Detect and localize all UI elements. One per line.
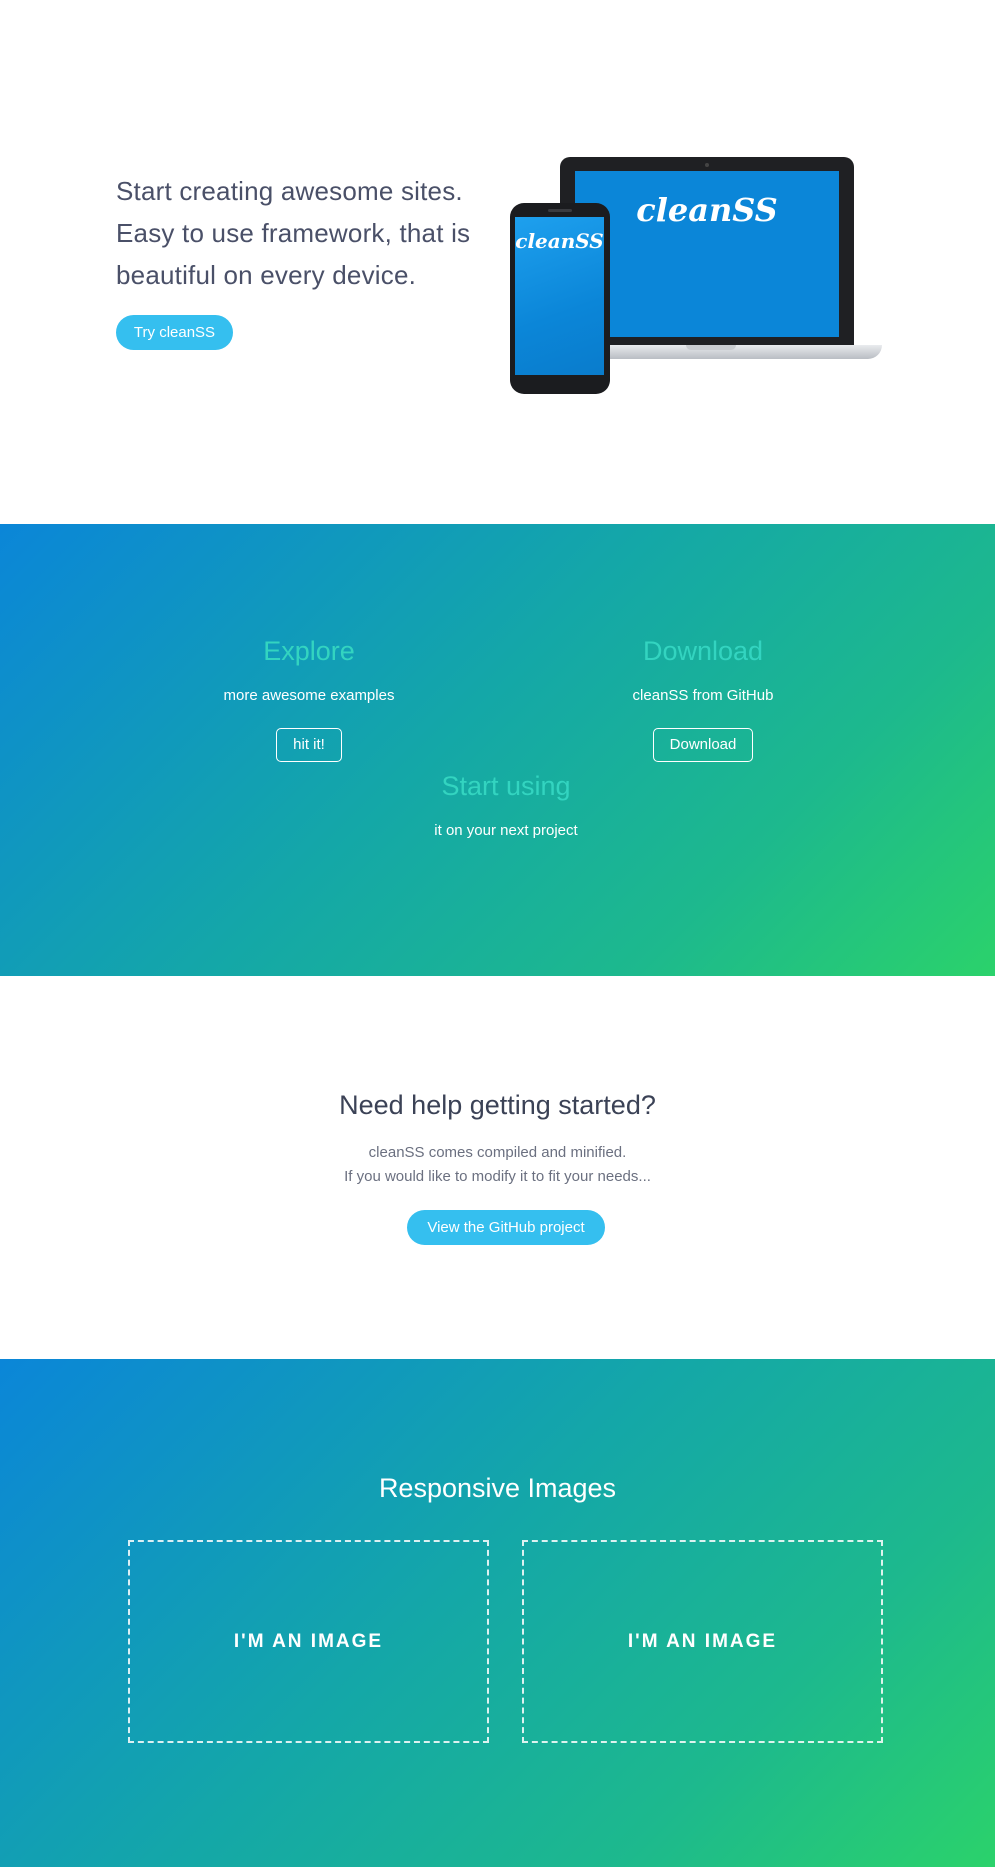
help-text-line: cleanSS comes compiled and minified. [368, 1144, 627, 1161]
feature-download: Download cleanSS from GitHub Download [543, 636, 863, 762]
feature-text: it on your next project [434, 822, 578, 839]
responsive-images-section: Responsive Images I'M AN IMAGE I'M AN IM… [0, 1359, 995, 1867]
hero-headline-line: beautiful on every device. [116, 260, 417, 290]
hero-headline: Start creating awesome sites. Easy to us… [116, 170, 496, 296]
laptop-camera [705, 163, 709, 167]
hit-it-button[interactable]: hit it! [276, 728, 342, 762]
phone-illustration: cleanSS [510, 203, 610, 394]
laptop-screen: cleanSS [575, 171, 839, 337]
hero-headline-line: Easy to use framework, that is [116, 218, 471, 248]
download-button[interactable]: Download [652, 728, 754, 762]
image-placeholder-label: I'M AN IMAGE [233, 1630, 384, 1652]
images-title: Responsive Images [378, 1473, 617, 1503]
image-placeholder: I'M AN IMAGE [522, 1540, 883, 1743]
feature-title: Start using [441, 771, 571, 801]
hero-text: Start creating awesome sites. Easy to us… [116, 170, 496, 296]
hero-headline-line: Start creating awesome sites. [116, 176, 463, 206]
help-text-line: If you would like to modify it to fit yo… [344, 1168, 651, 1185]
feature-start-using: Start using it on your next project [346, 771, 666, 839]
cleanss-logo: cleanSS [515, 229, 604, 253]
help-title: Need help getting started? [339, 1090, 656, 1120]
feature-explore: Explore more awesome examples hit it! [149, 636, 469, 762]
laptop-base [564, 345, 882, 359]
cleanss-logo: cleanSS [636, 191, 778, 229]
feature-text: more awesome examples [223, 687, 395, 704]
features-section: Explore more awesome examples hit it! Do… [0, 524, 995, 976]
laptop-notch [686, 345, 736, 350]
image-placeholder: I'M AN IMAGE [128, 1540, 489, 1743]
feature-title: Explore [263, 636, 355, 666]
feature-text: cleanSS from GitHub [632, 687, 774, 704]
hero-section: Start creating awesome sites. Easy to us… [0, 0, 995, 524]
help-section: Need help getting started? cleanSS comes… [0, 976, 995, 1359]
phone-speaker [548, 209, 572, 212]
view-github-button[interactable]: View the GitHub project [407, 1210, 605, 1245]
image-placeholder-label: I'M AN IMAGE [627, 1630, 778, 1652]
phone-screen: cleanSS [515, 217, 604, 375]
feature-title: Download [642, 636, 764, 666]
try-cleanss-button[interactable]: Try cleanSS [116, 315, 233, 350]
